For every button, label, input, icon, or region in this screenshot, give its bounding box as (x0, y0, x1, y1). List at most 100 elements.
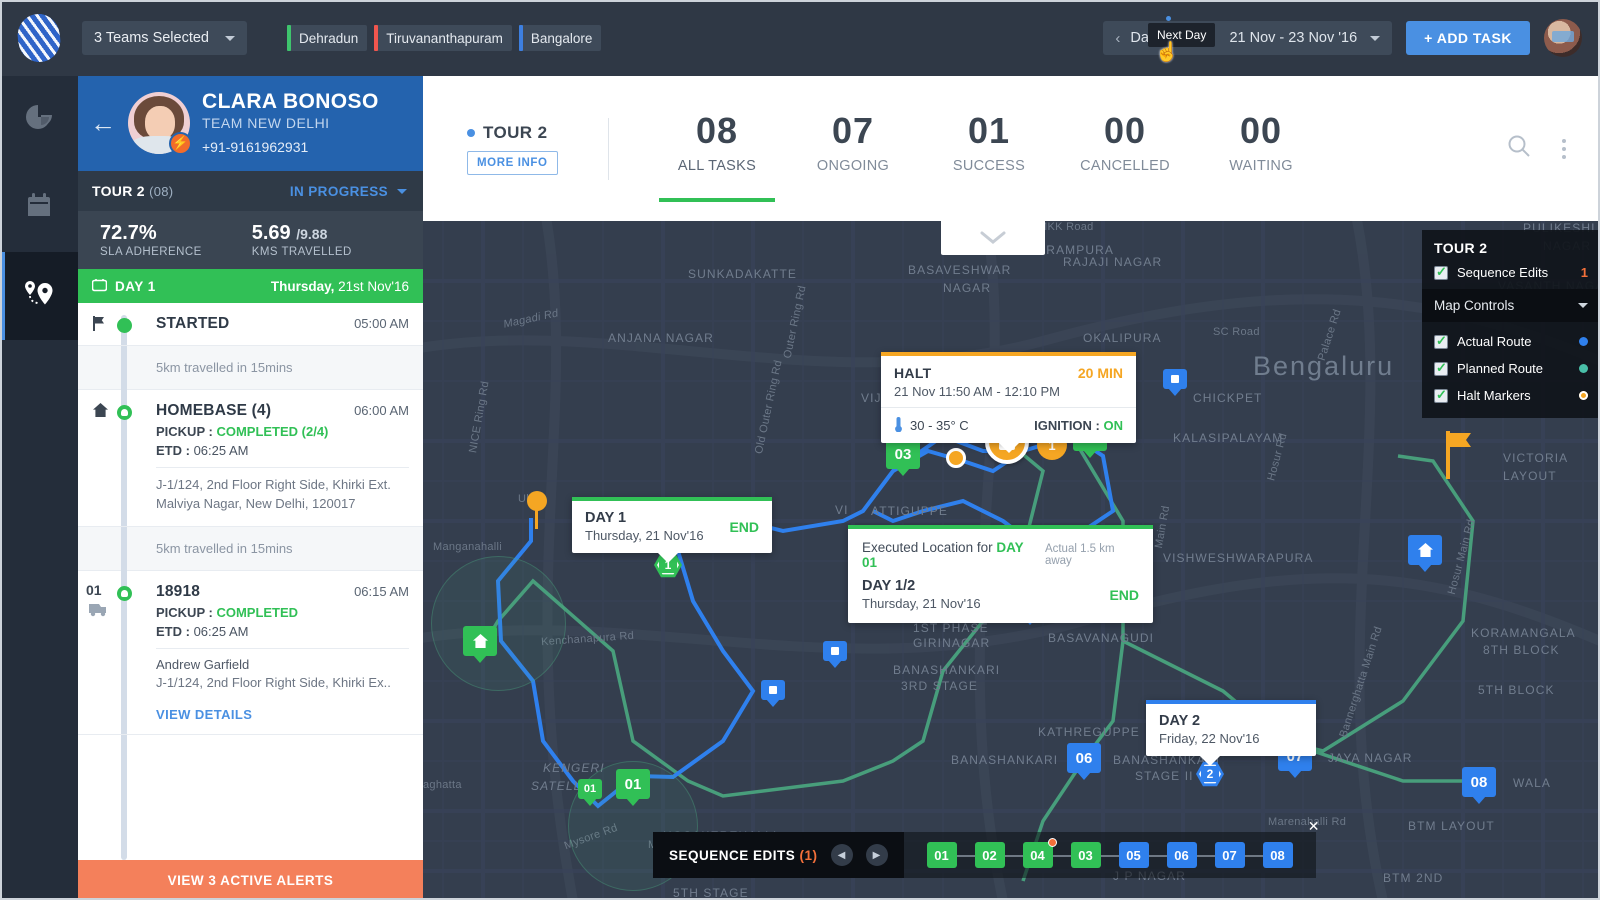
status-dot (117, 405, 132, 420)
checkbox-icon[interactable] (1434, 333, 1448, 349)
sequence-edits-title: SEQUENCE EDITS (1) (669, 848, 818, 863)
timeline-time: 06:00 AM (354, 403, 409, 418)
timeline-list[interactable]: STARTED 05:00 AM 5km travelled in 15mins (78, 303, 423, 860)
sla-value: 72.7% (100, 222, 157, 244)
close-icon[interactable]: ✕ (1308, 818, 1320, 835)
checkbox-icon[interactable] (1434, 264, 1448, 280)
sequence-node[interactable]: 05 (1118, 842, 1149, 868)
sequence-node[interactable]: 07 (1214, 842, 1245, 868)
sequence-node[interactable]: 02 (974, 842, 1005, 868)
halt-timespan: 21 Nov 11:50 AM - 12:10 PM (894, 384, 1060, 399)
map-pin-drop-marker[interactable] (527, 491, 547, 529)
halt-marker-small[interactable] (946, 448, 966, 468)
tab-ongoing[interactable]: 07 ONGOING (785, 113, 921, 184)
timeline-title: 18918 (156, 582, 201, 600)
kpi-value: 07 (831, 110, 875, 151)
user-avatar[interactable] (1544, 19, 1582, 57)
sequence-edits-controls: SEQUENCE EDITS (1) ◀ ▶ (653, 832, 904, 878)
list-item[interactable]: 01 18918 06:15 AM PICKUP : COMPLETED ETD… (78, 571, 423, 735)
map-pin-03[interactable]: 03 (886, 439, 920, 469)
kpi-label: CANCELLED (1080, 158, 1170, 174)
etd-label: ETD : (156, 623, 194, 639)
back-button[interactable]: ← (90, 110, 116, 136)
map-pin-poi[interactable] (1163, 369, 1187, 389)
sequence-node[interactable]: 03 (1070, 842, 1101, 868)
home-icon (92, 402, 109, 423)
map-pin-planned-01[interactable]: 01 (578, 779, 602, 799)
team-chip[interactable]: Bangalore (518, 25, 602, 51)
halt-callout[interactable]: HALT 21 Nov 11:50 AM - 12:10 PM 20 MIN 3… (881, 352, 1136, 453)
travel-info: 5km travelled in 15mins (78, 346, 423, 390)
sequence-node[interactable]: 01 (926, 842, 957, 868)
more-info-button[interactable]: MORE INFO (467, 150, 558, 175)
map-pin-08[interactable]: 08 (1462, 767, 1496, 797)
sequence-edits-toggle[interactable]: Sequence Edits 1 (1422, 260, 1600, 289)
tab-all-tasks[interactable]: 08 ALL TASKS (649, 110, 785, 202)
map-canvas[interactable]: Bengaluru MKK Road SRIRAMPURA PULIKESHI … (423, 221, 1600, 900)
teams-select-dropdown[interactable]: 3 Teams Selected (82, 21, 247, 55)
sequence-node-edited[interactable]: 04 (1022, 838, 1057, 868)
view-details-link[interactable]: VIEW DETAILS (156, 707, 409, 722)
ignition-label: IGNITION : (1034, 418, 1104, 433)
day1-callout[interactable]: DAY 1 Thursday, 21 Nov'16 END (572, 497, 772, 563)
timeline-status-line: PICKUP : COMPLETED (156, 605, 409, 620)
day2-callout[interactable]: DAY 2 Friday, 22 Nov'16 (1146, 700, 1316, 766)
geofence-halo (431, 556, 566, 691)
tab-waiting[interactable]: 00 WAITING (1193, 113, 1329, 184)
app-logo[interactable] (0, 11, 78, 65)
toggle-actual-route[interactable]: Actual Route (1422, 328, 1600, 355)
map-pin-homebase[interactable] (463, 626, 497, 656)
sidebar-item-calendar[interactable] (0, 164, 78, 252)
status-dot (117, 318, 132, 333)
collapse-panel-toggle[interactable] (941, 221, 1045, 255)
map-pin-01[interactable]: 01 (616, 769, 650, 799)
kpi-group: 08 ALL TASKS 07 ONGOING 01 SUCCESS 00 CA… (649, 110, 1329, 202)
tab-cancelled[interactable]: 00 CANCELLED (1057, 113, 1193, 184)
team-chip[interactable]: Tiruvananthapuram (374, 25, 512, 51)
tour-stats: 72.7% SLA ADHERENCE 5.69 /9.88 KMS TRAVE… (78, 211, 423, 269)
tab-success[interactable]: 01 SUCCESS (921, 113, 1057, 184)
exec-prefix: Executed Location for (862, 540, 997, 555)
checkbox-icon[interactable] (1434, 360, 1448, 376)
list-item[interactable]: HOMEBASE (4) 06:00 AM PICKUP : COMPLETED… (78, 390, 423, 527)
sequence-edits-count: 1 (1580, 265, 1588, 280)
sequence-next-button[interactable]: ▶ (865, 844, 888, 866)
map-controls-collapse[interactable]: Map Controls (1422, 289, 1600, 322)
day1-callout-date: Thursday, 21 Nov'16 (585, 528, 704, 543)
top-bar: 3 Teams Selected Dehradun Tiruvananthapu… (0, 0, 1600, 76)
day-icon (91, 278, 108, 295)
sidebar-item-routes[interactable] (0, 252, 78, 340)
prev-day-button[interactable]: ‹ (1115, 30, 1120, 47)
date-range-picker[interactable]: 21 Nov - 23 Nov '16 (1223, 30, 1392, 46)
flag-end-marker[interactable] (1445, 431, 1475, 484)
sla-stat: 72.7% SLA ADHERENCE (100, 222, 202, 258)
sequence-prev-button[interactable]: ◀ (830, 844, 853, 866)
sidebar-item-analytics[interactable] (0, 76, 78, 164)
driver-avatar[interactable]: ⚡ (128, 91, 192, 155)
add-task-button[interactable]: + ADD TASK (1406, 21, 1530, 55)
day-header-row[interactable]: DAY 1 Thursday, 21st Nov'16 (78, 269, 423, 303)
map-pin-homebase-end[interactable] (1408, 535, 1442, 565)
map-pin-poi[interactable] (761, 680, 785, 700)
toggle-planned-route[interactable]: Planned Route (1422, 355, 1600, 382)
tour-status-dropdown[interactable]: IN PROGRESS (290, 184, 407, 199)
executed-location-callout[interactable]: Executed Location for DAY 01 Actual 1.5 … (848, 525, 1153, 623)
list-item[interactable]: STARTED 05:00 AM (78, 303, 423, 346)
sequence-node[interactable]: 06 (1166, 842, 1197, 868)
callout-pointer (998, 442, 1020, 453)
checkbox-icon[interactable] (1434, 387, 1448, 403)
task-number: 01 (86, 581, 102, 598)
timeline-body: STARTED 05:00 AM (156, 315, 409, 333)
kpi-value: 08 (695, 110, 739, 151)
more-vertical-icon[interactable] (1562, 138, 1566, 159)
active-alerts-button[interactable]: VIEW 3 ACTIVE ALERTS (78, 860, 423, 900)
toggle-halt-markers[interactable]: Halt Markers (1422, 382, 1600, 409)
map-pin-poi[interactable] (823, 641, 847, 661)
status-dot (117, 585, 132, 601)
team-chip[interactable]: Dehradun (287, 25, 368, 51)
sequence-node[interactable]: 08 (1262, 842, 1293, 868)
search-icon[interactable] (1506, 133, 1532, 164)
day-date-text: 21st Nov'16 (334, 278, 409, 294)
truck-icon (86, 603, 112, 621)
map-pin-06[interactable]: 06 (1067, 743, 1101, 773)
